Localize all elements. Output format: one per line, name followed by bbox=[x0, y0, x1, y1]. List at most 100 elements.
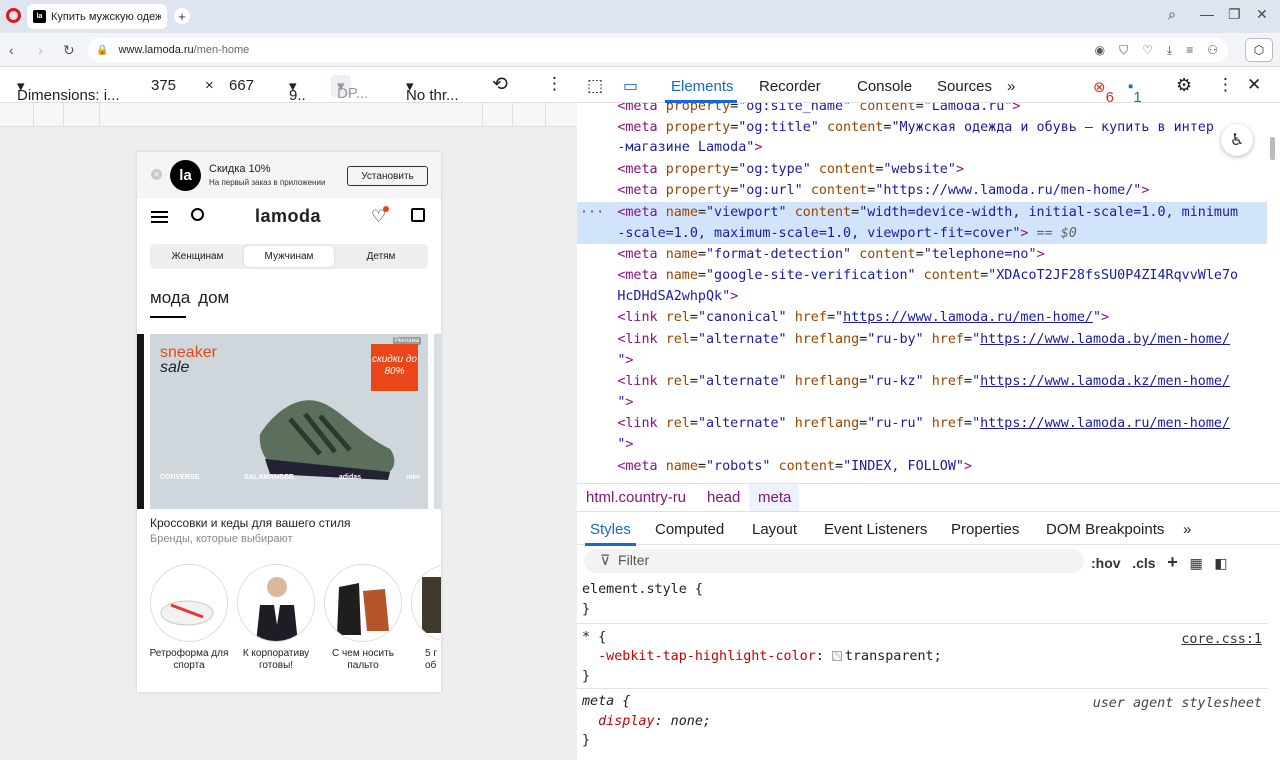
story-circle-coat[interactable] bbox=[324, 564, 402, 642]
camera-icon[interactable]: ◉ bbox=[1095, 43, 1105, 58]
tab-layout[interactable]: Layout bbox=[752, 521, 797, 538]
dom-line[interactable]: <link rel="alternate" hreflang="ru-kz" h… bbox=[577, 371, 1267, 392]
browser-tab[interactable]: la Купить мужскую одежду bbox=[27, 4, 167, 29]
zoom-select[interactable]: 9.. ▾ bbox=[289, 77, 306, 104]
extensions-cube-icon[interactable]: ⬡ bbox=[1245, 38, 1273, 62]
dom-line[interactable]: <link rel="canonical" href="https://www.… bbox=[577, 307, 1267, 328]
dom-line[interactable]: "> bbox=[577, 350, 1267, 371]
height-input[interactable]: 667 bbox=[229, 77, 254, 94]
rule-universal[interactable]: * { bbox=[582, 628, 606, 647]
tab-elements[interactable]: Elements bbox=[671, 78, 734, 95]
new-tab-button[interactable]: + bbox=[174, 8, 190, 24]
heart-icon[interactable]: ♡ bbox=[1142, 43, 1153, 58]
rule-element-style[interactable]: element.style { bbox=[582, 580, 703, 599]
banner-title[interactable]: Кроссовки и кеды для вашего стиля bbox=[150, 516, 350, 530]
download-icon[interactable]: ⤓ bbox=[1167, 43, 1172, 58]
accessibility-icon[interactable]: ♿ bbox=[1221, 124, 1253, 156]
tab-computed[interactable]: Computed bbox=[655, 521, 724, 538]
close-window-icon[interactable]: ✕ bbox=[1256, 6, 1268, 23]
dom-line[interactable]: "> bbox=[577, 434, 1267, 455]
restore-icon[interactable]: ❐ bbox=[1228, 6, 1241, 23]
settings-gear-icon[interactable]: ⚙ bbox=[1176, 75, 1192, 96]
rule-meta[interactable]: meta { bbox=[582, 692, 630, 711]
search-icon[interactable] bbox=[191, 208, 204, 221]
rule-property[interactable]: display: none; bbox=[582, 712, 711, 731]
menu-lines-icon[interactable]: ≡ bbox=[1186, 43, 1193, 58]
dom-line[interactable]: <meta property="og:type" content="websit… bbox=[577, 159, 1267, 180]
tab-sources[interactable]: Sources bbox=[937, 78, 992, 95]
tab-properties[interactable]: Properties bbox=[951, 521, 1019, 538]
back-icon[interactable]: ‹ bbox=[9, 42, 14, 58]
tab-men[interactable]: Мужчинам bbox=[244, 246, 334, 267]
dpr-select[interactable]: DP... ▾ bbox=[331, 75, 368, 102]
hov-toggle[interactable]: :hov bbox=[1091, 555, 1121, 571]
more-options-icon[interactable]: ⋮ bbox=[546, 74, 563, 94]
dom-line[interactable]: <meta property="og:title" content="Мужск… bbox=[577, 117, 1267, 138]
dom-line[interactable]: <link rel="alternate" hreflang="ru-by" h… bbox=[577, 329, 1267, 350]
category-home[interactable]: дом bbox=[198, 288, 229, 308]
tab-recorder[interactable]: Recorder bbox=[759, 78, 821, 95]
dom-line-selected[interactable]: ··· <meta name="viewport" content="width… bbox=[577, 202, 1267, 244]
new-rule-icon[interactable]: + bbox=[1167, 552, 1178, 572]
tab-kids[interactable]: Детям bbox=[334, 244, 428, 269]
minimize-icon[interactable]: — bbox=[1200, 6, 1214, 22]
tab-dom-breakpoints[interactable]: DOM Breakpoints bbox=[1046, 521, 1164, 538]
more-style-tabs-icon[interactable]: » bbox=[1183, 521, 1191, 538]
breadcrumb-html[interactable]: html.country-ru bbox=[586, 489, 686, 506]
more-tabs-icon[interactable]: » bbox=[1007, 78, 1015, 95]
device-toggle-icon[interactable]: ▭ bbox=[623, 76, 638, 96]
throttle-select[interactable]: No thr... ▾ bbox=[406, 77, 459, 104]
story-circle-extra[interactable] bbox=[411, 564, 441, 642]
hamburger-menu-icon[interactable] bbox=[151, 211, 168, 223]
dom-line[interactable]: HcDHdSA2whpQk"> bbox=[577, 286, 1267, 307]
clothes-image bbox=[422, 577, 441, 633]
sidebar-toggle-icon[interactable]: ◧ bbox=[1214, 555, 1227, 571]
next-banner-edge[interactable] bbox=[434, 334, 441, 509]
breadcrumb-meta[interactable]: meta bbox=[758, 489, 791, 506]
prev-banner-edge[interactable] bbox=[137, 334, 144, 509]
dom-line[interactable]: <meta property="og:url" content="https:/… bbox=[577, 180, 1267, 201]
profile-icon[interactable]: ⚇ bbox=[1207, 43, 1218, 58]
inspect-element-icon[interactable]: ⬚ bbox=[587, 76, 603, 96]
url-field[interactable]: 🔒 www.lamoda.ru/men-home ◉ ⛉ ♡ ⤓ ≡ ⚇ bbox=[88, 38, 1228, 62]
forward-icon[interactable]: › bbox=[38, 42, 43, 58]
dom-line[interactable]: <meta name="google-site-verification" co… bbox=[577, 265, 1267, 286]
sneaker-sale-banner[interactable]: sneaker sale Реклама скидки до 80% CONVE… bbox=[150, 334, 428, 509]
reload-icon[interactable]: ↻ bbox=[63, 42, 75, 59]
shield-icon[interactable]: ⛉ bbox=[1119, 43, 1128, 58]
story-circle-corporate[interactable] bbox=[237, 564, 315, 642]
cls-toggle[interactable]: .cls bbox=[1132, 555, 1155, 571]
story-circle-sport[interactable] bbox=[150, 564, 228, 642]
dom-line[interactable]: <meta property="og:site_name" content="L… bbox=[577, 103, 1267, 117]
close-promo-icon[interactable]: ✕ bbox=[151, 169, 162, 180]
message-count[interactable]: ▪ 1 bbox=[1128, 78, 1142, 106]
styles-filter-input[interactable]: ⊽ Filter bbox=[584, 549, 1084, 573]
dom-line[interactable]: -магазине Lamoda"> bbox=[577, 137, 1267, 158]
dom-line[interactable]: <link rel="alternate" hreflang="ru-ru" h… bbox=[577, 413, 1267, 434]
tab-styles[interactable]: Styles bbox=[590, 521, 631, 538]
opera-logo-icon[interactable] bbox=[6, 8, 21, 23]
dom-line[interactable]: <meta name="robots" content="INDEX, FOLL… bbox=[577, 456, 1267, 477]
rotate-icon[interactable]: ⟲ bbox=[492, 73, 508, 96]
category-fashion[interactable]: мода bbox=[150, 288, 190, 308]
favicon-icon: la bbox=[33, 10, 46, 23]
tab-console[interactable]: Console bbox=[857, 78, 912, 95]
lamoda-wordmark[interactable]: lamoda bbox=[255, 206, 321, 227]
paint-icon[interactable]: ▦ bbox=[1189, 555, 1202, 571]
breadcrumb-head[interactable]: head bbox=[707, 489, 740, 506]
error-count[interactable]: ⊗ 6 bbox=[1093, 78, 1114, 106]
dom-line[interactable]: <meta name="format-detection" content="t… bbox=[577, 244, 1267, 265]
tab-event-listeners[interactable]: Event Listeners bbox=[824, 521, 927, 538]
source-link-core-css[interactable]: core.css:1 bbox=[1181, 630, 1262, 649]
cart-bag-icon[interactable] bbox=[411, 208, 425, 222]
close-devtools-icon[interactable]: ✕ bbox=[1247, 75, 1261, 95]
dimensions-select[interactable]: Dimensions: i... ▾ bbox=[17, 77, 120, 104]
rule-property[interactable]: -webkit-tap-highlight-color: transparent… bbox=[582, 647, 942, 666]
width-input[interactable]: 375 bbox=[151, 77, 176, 94]
dom-scrollbar[interactable] bbox=[1270, 137, 1275, 160]
tab-women[interactable]: Женщинам bbox=[150, 244, 245, 269]
search-tabs-icon[interactable]: ⌕ bbox=[1168, 6, 1176, 23]
dom-line[interactable]: "> bbox=[577, 392, 1267, 413]
install-button[interactable]: Установить bbox=[347, 166, 428, 186]
devtools-menu-icon[interactable]: ⋮ bbox=[1217, 75, 1234, 95]
